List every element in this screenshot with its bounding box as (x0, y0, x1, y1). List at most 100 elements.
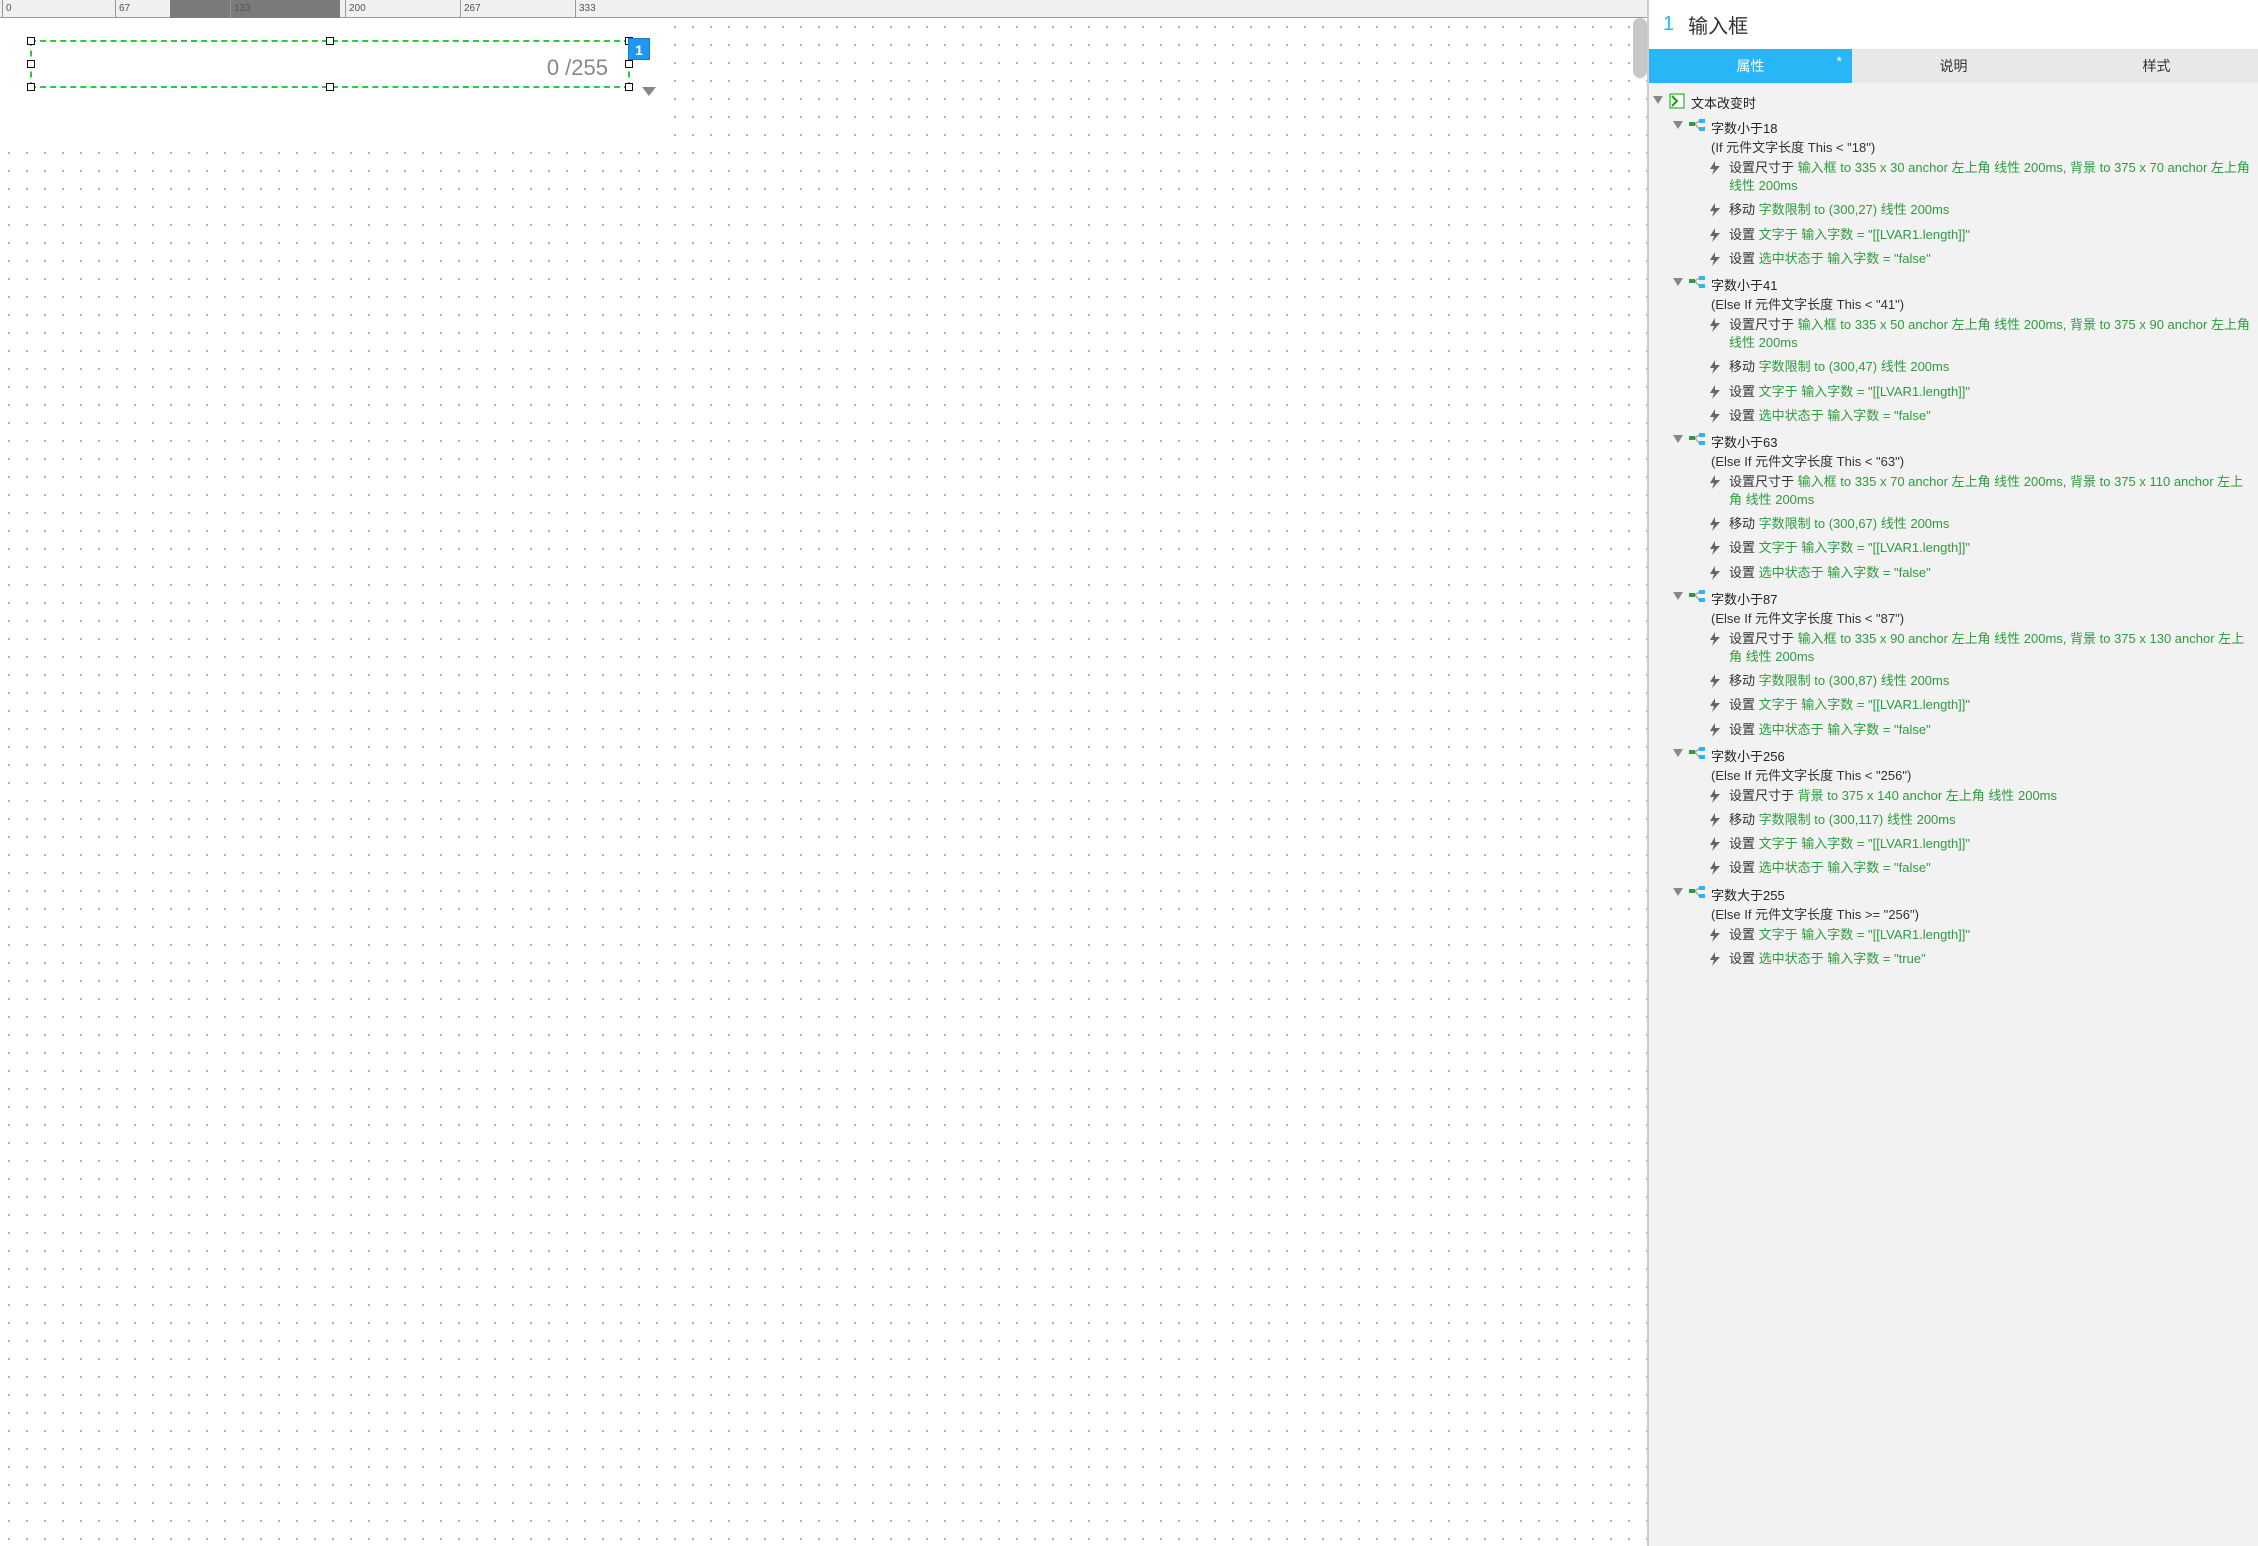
tab-style[interactable]: 样式 (2055, 49, 2258, 83)
char-counter-text: 0 /255 (547, 55, 608, 81)
action-text: 设置 选中状态于 输入字数 = "false" (1729, 721, 1931, 739)
bolt-icon (1709, 952, 1723, 966)
interactions-tree[interactable]: 文本改变时 字数小于18(If 元件文字长度 This < "18")设置尺寸于… (1649, 83, 2258, 1546)
dirty-indicator: * (1837, 53, 1842, 69)
action-text: 设置尺寸于 背景 to 375 x 140 anchor 左上角 线性 200m… (1729, 787, 2057, 805)
action-row[interactable]: 设置 选中状态于 输入字数 = "false" (1709, 856, 2254, 880)
action-text: 设置尺寸于 输入框 to 335 x 50 anchor 左上角 线性 200m… (1729, 316, 2254, 352)
case-header[interactable]: 字数小于87(Else If 元件文字长度 This < "87") (1673, 589, 2254, 627)
tab-properties[interactable]: 属性 * (1649, 49, 1852, 83)
bolt-icon (1709, 360, 1723, 374)
case-block[interactable]: 字数小于256(Else If 元件文字长度 This < "256") 设置尺寸… (1673, 746, 2254, 881)
case-condition: (Else If 元件文字长度 This < "87") (1711, 608, 1904, 627)
vertical-scrollbar[interactable] (1633, 18, 1647, 78)
action-row[interactable]: 设置尺寸于 输入框 to 335 x 70 anchor 左上角 线性 200m… (1709, 470, 2254, 512)
action-text: 移动 字数限制 to (300,67) 线性 200ms (1729, 515, 1949, 533)
action-row[interactable]: 设置 文字于 输入字数 = "[[LVAR1.length]]" (1709, 693, 2254, 717)
footnote-badge[interactable]: 1 (628, 38, 650, 60)
action-row[interactable]: 移动 字数限制 to (300,87) 线性 200ms (1709, 669, 2254, 693)
case-condition: (Else If 元件文字长度 This >= "256") (1711, 904, 1919, 923)
case-title: 字数小于18 (1711, 118, 1875, 137)
action-row[interactable]: 设置尺寸于 背景 to 375 x 140 anchor 左上角 线性 200m… (1709, 784, 2254, 808)
bolt-icon (1709, 203, 1723, 217)
bolt-icon (1709, 861, 1723, 875)
resize-handle-mr[interactable] (625, 60, 633, 68)
resize-handle-br[interactable] (625, 83, 633, 91)
tab-label: 属性 (1737, 56, 1765, 76)
bolt-icon (1709, 541, 1723, 555)
bolt-icon (1709, 517, 1723, 531)
bolt-icon (1709, 228, 1723, 242)
case-block[interactable]: 字数大于255(Else If 元件文字长度 This >= "256")设置 … (1673, 885, 2254, 971)
expand-toggle-icon[interactable] (1673, 888, 1685, 900)
action-row[interactable]: 设置 选中状态于 输入字数 = "false" (1709, 247, 2254, 271)
case-condition: (If 元件文字长度 This < "18") (1711, 137, 1875, 156)
action-row[interactable]: 移动 字数限制 to (300,47) 线性 200ms (1709, 355, 2254, 379)
action-list: 设置尺寸于 输入框 to 335 x 90 anchor 左上角 线性 200m… (1673, 627, 2254, 742)
bolt-icon (1709, 409, 1723, 423)
case-block[interactable]: 字数小于18(If 元件文字长度 This < "18")设置尺寸于 输入框 t… (1673, 118, 2254, 271)
action-list: 设置尺寸于 背景 to 375 x 140 anchor 左上角 线性 200m… (1673, 784, 2254, 881)
action-row[interactable]: 移动 字数限制 to (300,117) 线性 200ms (1709, 808, 2254, 832)
expand-toggle-icon[interactable] (1673, 435, 1685, 447)
case-icon (1689, 885, 1705, 901)
action-row[interactable]: 设置 文字于 输入字数 = "[[LVAR1.length]]" (1709, 223, 2254, 247)
case-condition: (Else If 元件文字长度 This < "256") (1711, 765, 1911, 784)
case-header[interactable]: 字数小于41(Else If 元件文字长度 This < "41") (1673, 275, 2254, 313)
action-row[interactable]: 设置 文字于 输入字数 = "[[LVAR1.length]]" (1709, 832, 2254, 856)
action-text: 移动 字数限制 to (300,47) 线性 200ms (1729, 358, 1949, 376)
action-row[interactable]: 设置尺寸于 输入框 to 335 x 50 anchor 左上角 线性 200m… (1709, 313, 2254, 355)
expand-toggle-icon[interactable] (1673, 592, 1685, 604)
expand-toggle-icon[interactable] (1673, 749, 1685, 761)
action-text: 设置 文字于 输入字数 = "[[LVAR1.length]]" (1729, 835, 1970, 853)
case-icon (1689, 118, 1705, 134)
event-row[interactable]: 文本改变时 (1653, 91, 2254, 114)
case-header[interactable]: 字数小于63(Else If 元件文字长度 This < "63") (1673, 432, 2254, 470)
expand-toggle-icon[interactable] (1673, 278, 1685, 290)
resize-handle-bm[interactable] (326, 83, 334, 91)
action-row[interactable]: 移动 字数限制 to (300,27) 线性 200ms (1709, 198, 2254, 222)
action-list: 设置尺寸于 输入框 to 335 x 30 anchor 左上角 线性 200m… (1673, 156, 2254, 271)
widget-name[interactable]: 输入框 (1688, 10, 1748, 39)
bolt-icon (1709, 837, 1723, 851)
case-block[interactable]: 字数小于63(Else If 元件文字长度 This < "63")设置尺寸于 … (1673, 432, 2254, 585)
dropdown-arrow-icon[interactable] (642, 87, 656, 96)
bolt-icon (1709, 813, 1723, 827)
action-row[interactable]: 设置 选中状态于 输入字数 = "true" (1709, 947, 2254, 971)
action-row[interactable]: 移动 字数限制 to (300,67) 线性 200ms (1709, 512, 2254, 536)
action-text: 移动 字数限制 to (300,27) 线性 200ms (1729, 201, 1949, 219)
action-row[interactable]: 设置 选中状态于 输入字数 = "false" (1709, 561, 2254, 585)
tab-notes[interactable]: 说明 (1852, 49, 2055, 83)
bolt-icon (1709, 475, 1723, 489)
ruler-tick: 67 (115, 0, 130, 18)
case-title: 字数小于87 (1711, 589, 1904, 608)
action-text: 设置尺寸于 输入框 to 335 x 90 anchor 左上角 线性 200m… (1729, 630, 2254, 666)
expand-toggle-icon[interactable] (1653, 96, 1665, 108)
resize-handle-bl[interactable] (27, 83, 35, 91)
canvas-pane[interactable]: 0 67 133 200 267 333 1 0 /255 (0, 0, 1648, 1546)
case-icon (1689, 275, 1705, 291)
action-text: 设置 选中状态于 输入字数 = "false" (1729, 564, 1931, 582)
action-row[interactable]: 设置 文字于 输入字数 = "[[LVAR1.length]]" (1709, 380, 2254, 404)
resize-handle-ml[interactable] (27, 60, 35, 68)
case-block[interactable]: 字数小于87(Else If 元件文字长度 This < "87")设置尺寸于 … (1673, 589, 2254, 742)
action-row[interactable]: 设置 文字于 输入字数 = "[[LVAR1.length]]" (1709, 923, 2254, 947)
case-title: 字数小于41 (1711, 275, 1904, 294)
action-row[interactable]: 设置 选中状态于 输入字数 = "false" (1709, 718, 2254, 742)
horizontal-ruler: 0 67 133 200 267 333 (0, 0, 1647, 18)
case-header[interactable]: 字数大于255(Else If 元件文字长度 This >= "256") (1673, 885, 2254, 923)
action-row[interactable]: 设置尺寸于 输入框 to 335 x 90 anchor 左上角 线性 200m… (1709, 627, 2254, 669)
ruler-tick: 267 (460, 0, 481, 18)
case-header[interactable]: 字数小于256(Else If 元件文字长度 This < "256") (1673, 746, 2254, 784)
case-block[interactable]: 字数小于41(Else If 元件文字长度 This < "41")设置尺寸于 … (1673, 275, 2254, 428)
resize-handle-tl[interactable] (27, 37, 35, 45)
resize-handle-tm[interactable] (326, 37, 334, 45)
action-row[interactable]: 设置 选中状态于 输入字数 = "false" (1709, 404, 2254, 428)
expand-toggle-icon[interactable] (1673, 121, 1685, 133)
action-row[interactable]: 设置 文字于 输入字数 = "[[LVAR1.length]]" (1709, 536, 2254, 560)
case-title: 字数大于255 (1711, 885, 1919, 904)
action-row[interactable]: 设置尺寸于 输入框 to 335 x 30 anchor 左上角 线性 200m… (1709, 156, 2254, 198)
selected-widget[interactable]: 1 0 /255 (30, 40, 630, 88)
inspector-panel: 1 输入框 属性 * 说明 样式 文本改变时 字数小于18(If 元件文字长度 … (1648, 0, 2258, 1546)
case-header[interactable]: 字数小于18(If 元件文字长度 This < "18") (1673, 118, 2254, 156)
